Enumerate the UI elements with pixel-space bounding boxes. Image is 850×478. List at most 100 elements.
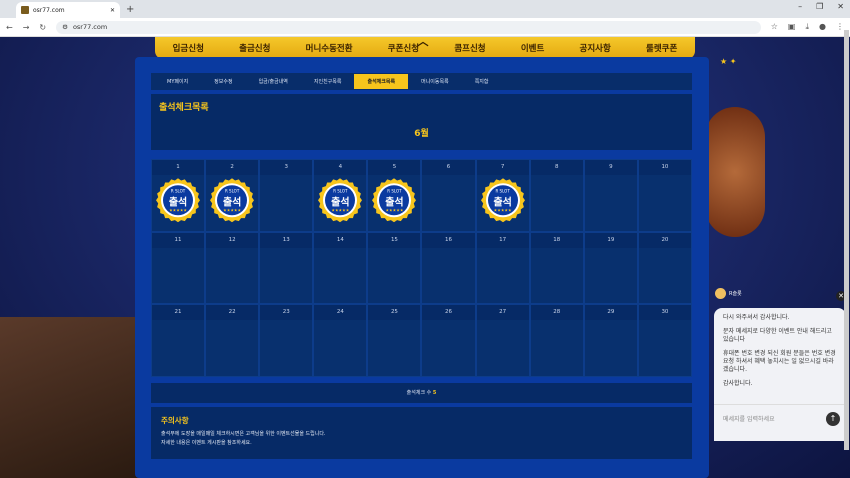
nav-item[interactable]: 공지사항 [580,42,611,54]
chat-agent-badge[interactable]: R슬롯 [715,288,742,299]
notice-line-2: 자세한 내용은 이벤트 게시판을 참조하세요. [161,440,252,446]
day-number: 9 [584,160,637,175]
mypage-subnav: MY페이지 정보수정 입금/출금내역 지인친구목록 출석체크목록 머니이동목록 쪽지함 [151,73,692,90]
stamp-stars: ★★★★★ [331,207,350,213]
chat-input[interactable]: 메세지를 입력하세요 ↑ [714,404,846,441]
calendar-day-cell: 18 [529,231,584,305]
calendar-day-cell: 26 [421,304,476,377]
attendance-stamp-icon: R SLOT 출석 ★★★★★ [372,178,417,223]
subnav-tab[interactable]: MY페이지 [154,74,201,89]
day-number: 12 [206,232,259,248]
day-number: 22 [206,305,259,321]
extensions-icon[interactable]: ▣ [788,22,796,32]
calendar-day-cell: 15 [367,231,422,305]
bookmark-star-icon[interactable]: ☆ [771,22,778,32]
calendar-day-cell: 4 R SLOT 출석 ★★★★★ [313,159,368,232]
day-number: 5 [368,160,421,175]
stamp-text: 출석 [385,197,404,209]
calendar-day-cell: 13 [259,231,314,305]
stamp-text: 출석 [168,197,188,209]
day-number: 28 [530,305,583,321]
day-number: 29 [584,305,637,321]
site-info-icon[interactable]: ⚙ [62,23,68,31]
stamp-stars: ★★★★★ [385,207,404,213]
subnav-tab[interactable]: 머니이동목록 [408,74,462,89]
calendar-day-cell: 1 R SLOT 출석 ★★★★★ [151,159,206,232]
day-number: 27 [476,305,529,321]
downloads-icon[interactable]: ⤓ [805,22,809,32]
day-number: 14 [314,232,367,248]
calendar-day-cell: 10 [637,159,692,232]
subnav-tab[interactable]: 출석체크목록 [354,74,409,89]
month-label: 6월 [414,129,429,139]
count-label: 출석체크 수 [406,390,433,396]
url-text: osr77.com [72,23,108,31]
attendance-calendar: 1 R SLOT 출석 ★★★★★ 2 R SLOT 출석 ★★★★★ 3 4 R SLOT 출석 ★★… [151,159,692,377]
stamp-stars: ★★★★★ [493,207,512,213]
main-nav: ︿ 입금신청 출금신청 머니수동전환 쿠폰신청 콤프신청 이벤트 공지사항 룰렛쿠폰 [155,37,695,59]
calendar-day-cell: 17 [475,231,530,305]
calendar-day-cell: 22 [205,304,260,377]
address-bar[interactable]: ⚙ osr77.com [56,20,761,34]
calendar-day-cell: 21 [151,304,206,377]
avatar [715,288,726,299]
address-toolbar: ← → ↻ ⚙ osr77.com ☆ ▣ ⤓ ● ⋮ [0,18,850,37]
reload-icon[interactable]: ↻ [39,23,46,32]
attendance-stamp-icon: R SLOT 출석 ★★★★★ [318,178,363,223]
calendar-day-cell: 16 [421,231,476,305]
nav-item[interactable]: 입금신청 [173,42,204,54]
chat-message: 감사합니다. [723,380,753,387]
calendar-day-cell: 11 [151,231,206,305]
stamp-text: 출석 [331,197,350,209]
new-tab-button[interactable]: + [126,4,134,15]
attendance-stamp-icon: R SLOT 출석 ★★★★★ [156,178,201,223]
browser-tab-bar: osr77.com ✕ + – ❐ ✕ [0,0,850,18]
chat-message: 다시 와주셔서 감사합니다. [723,314,790,321]
close-tab-icon[interactable]: ✕ [110,7,115,14]
day-number: 24 [314,305,367,321]
stamp-text: 출석 [222,197,242,209]
calendar-day-cell: 25 [367,304,422,377]
page-scrollbar[interactable] [844,30,849,450]
notice-title: 주의사항 [161,416,189,425]
subnav-tab[interactable]: 입금/출금내역 [246,74,301,89]
close-window-icon[interactable]: ✕ [837,2,844,11]
chat-message: 휴대폰 번호 변경 되신 회원 분들은 번호 변경 요청 하셔서 혜택 놓치시는… [723,350,836,373]
maximize-icon[interactable]: ❐ [816,2,823,11]
day-number: 21 [152,305,205,321]
stamp-stars: ★★★★★ [223,207,242,213]
calendar-day-cell: 20 [637,231,692,305]
attendance-stamp-icon: R SLOT 출석 ★★★★★ [480,178,525,223]
subnav-tab[interactable]: 지인친구목록 [301,74,355,89]
nav-item[interactable]: 콤프신청 [454,42,485,54]
send-icon[interactable]: ↑ [826,412,840,426]
subnav-tab[interactable]: 쪽지함 [462,74,502,89]
day-number: 17 [476,232,529,248]
calendar-day-cell: 8 [529,159,584,232]
site-favicon-icon [21,6,29,14]
day-number: 8 [530,160,583,175]
notice-line-1: 출석부에 도장을 매일매일 체크하시면은 고객님을 위한 이벤트선물을 드립니다… [161,431,326,437]
day-number: 13 [260,232,313,248]
minimize-icon[interactable]: – [798,2,802,11]
mypage-panel: MY페이지 정보수정 입금/출금내역 지인친구목록 출석체크목록 머니이동목록 쪽지함 출석… [135,57,709,478]
calendar-day-cell: 5 R SLOT 출석 ★★★★★ [367,159,422,232]
chat-message: 문자 메세지로 다양한 이벤트 안내 해드리고 있습니다 [723,328,832,343]
attendance-stamp-icon: R SLOT 출석 ★★★★★ [210,178,255,223]
calendar-day-cell: 23 [259,304,314,377]
browser-tab[interactable]: osr77.com ✕ [16,2,120,18]
nav-item[interactable]: 이벤트 [521,42,544,54]
profile-icon[interactable]: ● [819,22,826,32]
stamp-stars: ★★★★★ [169,207,188,213]
back-icon[interactable]: ← [6,23,13,32]
nav-item[interactable]: 룰렛쿠폰 [646,42,677,54]
day-number: 2 [206,160,259,175]
menu-kebab-icon[interactable]: ⋮ [836,22,844,32]
forward-icon[interactable]: → [23,23,30,32]
calendar-day-cell: 27 [475,304,530,377]
calendar-day-cell: 12 [205,231,260,305]
nav-item[interactable]: 출금신청 [239,42,270,54]
calendar-day-cell: 3 [259,159,314,232]
nav-item[interactable]: 머니수동전환 [306,42,353,54]
subnav-tab[interactable]: 정보수정 [201,74,245,89]
